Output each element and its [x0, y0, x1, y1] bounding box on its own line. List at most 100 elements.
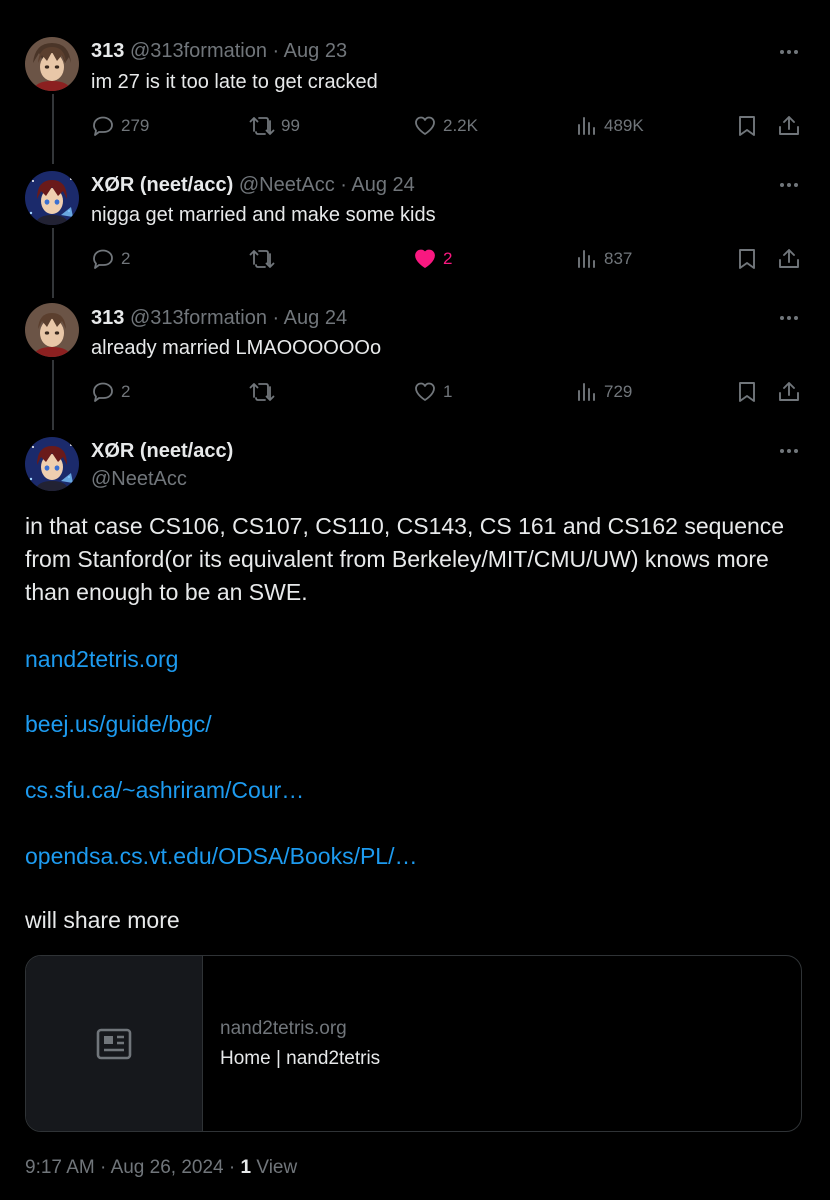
thread-line [52, 94, 54, 164]
user-handle[interactable]: @NeetAcc [91, 467, 187, 491]
more-horizontal-icon [780, 183, 798, 187]
like-button[interactable]: 2 [413, 244, 452, 274]
separator-dot: · [340, 174, 347, 196]
like-count: 1 [443, 382, 453, 401]
share-button[interactable] [777, 111, 801, 141]
action-bar: 2 1 729 [91, 377, 801, 407]
tweet-footer: 9:17 AM · Aug 26, 2024 · 1 View [25, 1156, 297, 1180]
reply-icon [93, 382, 113, 402]
more-options-button[interactable] [778, 41, 800, 63]
card-thumbnail [26, 956, 203, 1131]
views-button[interactable]: 489K [576, 111, 644, 141]
reply-count: 2 [121, 382, 131, 401]
display-name[interactable]: 313 [91, 40, 124, 62]
share-button[interactable] [777, 377, 801, 407]
views-button[interactable]: 837 [576, 244, 632, 274]
link-preview-card[interactable]: nand2tetris.org Home | nand2tetris [25, 955, 802, 1132]
views-chart-icon [578, 250, 595, 268]
share-icon [779, 382, 799, 401]
like-button[interactable]: 2.2K [413, 111, 478, 141]
tweet-text: already married LMAOOOOOOo [91, 337, 382, 359]
more-horizontal-icon [780, 316, 798, 320]
share-icon [779, 116, 799, 135]
retweet-icon [249, 250, 275, 268]
display-name[interactable]: 313 [91, 307, 124, 329]
more-options-button[interactable] [778, 174, 800, 196]
tweet-date[interactable]: Aug 24 [284, 307, 347, 329]
link-beej-guide[interactable]: beej.us/guide/bgc/ [25, 710, 212, 738]
thread-line [52, 360, 54, 430]
thread-line [52, 228, 54, 298]
views-button[interactable]: 729 [576, 377, 632, 407]
display-name[interactable]: XØR (neet/acc) [91, 439, 233, 463]
avatar[interactable] [25, 37, 79, 91]
tweet-date[interactable]: Aug 26, 2024 [111, 1157, 224, 1178]
retweet-icon [249, 383, 275, 401]
avatar[interactable] [25, 437, 79, 491]
display-name[interactable]: XØR (neet/acc) [91, 174, 233, 196]
link-sfu-course[interactable]: cs.sfu.ca/~ashriram/Cour… [25, 776, 304, 804]
views-count: 489K [604, 116, 644, 135]
card-title: Home | nand2tetris [220, 1048, 381, 1069]
views-count: 837 [604, 249, 633, 268]
tweet-header: 313 @313formation · Aug 23 [91, 39, 347, 63]
views-count: 729 [604, 382, 633, 401]
views-label: View [256, 1157, 298, 1178]
retweet-button[interactable] [249, 377, 281, 407]
reply-icon [93, 116, 113, 136]
reply-count: 279 [121, 116, 150, 135]
more-options-button[interactable] [778, 307, 800, 329]
more-horizontal-icon [780, 449, 798, 453]
user-handle[interactable]: @313formation [130, 40, 267, 62]
bookmark-button[interactable] [736, 111, 758, 141]
reply-button[interactable]: 2 [91, 244, 130, 274]
bookmark-icon [739, 382, 755, 402]
tweet-body: in that case CS106, CS107, CS110, CS143,… [25, 510, 815, 609]
link-nand2tetris[interactable]: nand2tetris.org [25, 645, 178, 673]
bookmark-icon [739, 249, 755, 269]
action-bar: 279 99 2.2K 489K [91, 111, 801, 141]
more-options-button[interactable] [778, 440, 800, 462]
bookmark-button[interactable] [736, 244, 758, 274]
article-card-icon [96, 1028, 132, 1059]
views-count: 1 [240, 1157, 252, 1178]
tweet-text: im 27 is it too late to get cracked [91, 71, 378, 93]
retweet-icon [249, 117, 275, 135]
bookmark-icon [739, 116, 755, 136]
card-domain: nand2tetris.org [220, 1018, 347, 1039]
tweet-header: XØR (neet/acc) @NeetAcc · Aug 24 [91, 173, 415, 197]
action-bar: 2 2 837 [91, 244, 801, 274]
reply-icon [93, 249, 113, 269]
views-chart-icon [578, 383, 595, 401]
share-icon [779, 249, 799, 268]
views-chart-icon [578, 117, 595, 135]
user-handle[interactable]: @313formation [130, 307, 267, 329]
user-handle[interactable]: @NeetAcc [239, 174, 335, 196]
share-button[interactable] [777, 244, 801, 274]
link-opendsa[interactable]: opendsa.cs.vt.edu/ODSA/Books/PL/… [25, 842, 417, 870]
separator-dot: · [272, 40, 280, 62]
retweet-count: 99 [281, 116, 300, 135]
avatar[interactable] [25, 171, 79, 225]
reply-button[interactable]: 2 [91, 377, 130, 407]
heart-icon [415, 116, 435, 135]
separator-dot: · [100, 1157, 107, 1178]
more-horizontal-icon [780, 50, 798, 54]
tweet-text: nigga get married and make some kids [91, 204, 436, 226]
tweet-header: 313 @313formation · Aug 24 [91, 306, 347, 330]
tweet-time[interactable]: 9:17 AM [25, 1157, 95, 1178]
separator-dot: · [272, 307, 280, 329]
retweet-button[interactable]: 99 [249, 111, 300, 141]
separator-dot: · [228, 1157, 236, 1178]
tweet-text: in that case CS106, CS107, CS110, CS143,… [25, 513, 785, 605]
bookmark-button[interactable] [736, 377, 758, 407]
tweet-date[interactable]: Aug 24 [351, 174, 414, 196]
reply-button[interactable]: 279 [91, 111, 149, 141]
avatar[interactable] [25, 303, 79, 357]
like-count: 2 [443, 249, 453, 268]
closing-text: will share more [25, 907, 180, 933]
retweet-button[interactable] [249, 244, 281, 274]
heart-icon [415, 249, 435, 268]
like-button[interactable]: 1 [413, 377, 452, 407]
tweet-date[interactable]: Aug 23 [284, 40, 347, 62]
